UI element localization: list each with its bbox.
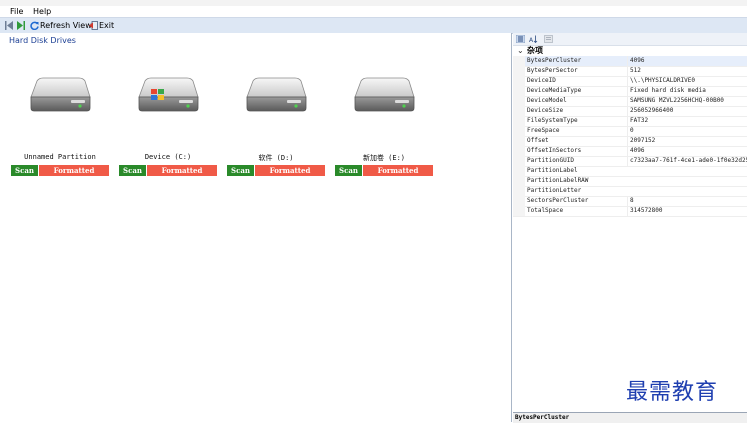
- hard-drive-icon: [30, 77, 91, 112]
- exit-button[interactable]: Exit: [99, 20, 114, 31]
- hard-drive-icon: [138, 77, 199, 112]
- property-value[interactable]: 8: [627, 196, 747, 206]
- disk-tile[interactable]: Device (C:) Scan Formatted: [119, 75, 217, 179]
- row-gutter: [513, 96, 525, 106]
- description-title: BytesPerCluster: [515, 414, 570, 421]
- disk-label: 软件 (D:): [258, 154, 294, 162]
- disk-label: 新加卷 (E:): [362, 154, 406, 162]
- row-gutter: [513, 206, 525, 216]
- row-gutter: [513, 126, 525, 136]
- property-value[interactable]: c7323aa7-761f-4ce1-ade0-1f0e32d258b: [627, 156, 747, 166]
- formatted-status-button[interactable]: Formatted: [147, 165, 217, 176]
- row-gutter: [513, 116, 525, 126]
- hard-drive-icon: [354, 77, 415, 112]
- alphabetical-sort-icon[interactable]: A: [529, 35, 538, 43]
- property-name: DeviceID: [527, 77, 556, 84]
- formatted-status-button[interactable]: Formatted: [255, 165, 325, 176]
- property-name: BytesPerCluster: [527, 57, 582, 64]
- disk-label: Unnamed Partition: [24, 153, 96, 161]
- row-gutter: [513, 56, 525, 66]
- next-icon[interactable]: [17, 21, 25, 30]
- exit-icon[interactable]: [89, 21, 98, 30]
- refresh-view-button[interactable]: Refresh View: [40, 20, 92, 31]
- row-gutter: [513, 186, 525, 196]
- row-gutter: [513, 156, 525, 166]
- row-gutter: [513, 106, 525, 116]
- category-label: 杂项: [527, 46, 543, 55]
- property-name: OffsetInSectors: [527, 147, 582, 154]
- scan-button[interactable]: Scan: [335, 165, 362, 176]
- property-value[interactable]: 4096: [627, 146, 747, 156]
- property-row[interactable]: TotalSpace 314572800: [513, 206, 747, 217]
- property-pages-icon[interactable]: [544, 35, 553, 43]
- svg-text:A: A: [529, 37, 534, 43]
- property-name: PartitionLabelRAW: [527, 177, 589, 184]
- properties-pane: A ⌄ 杂项 BytesPerCluster 4096 BytesPerSector…: [513, 33, 747, 423]
- property-name: TotalSpace: [527, 207, 564, 214]
- watermark: 最需教育: [626, 380, 719, 405]
- description-panel: BytesPerCluster: [513, 412, 747, 423]
- menu-help[interactable]: Help: [31, 7, 53, 17]
- hard-drive-icon: [246, 77, 307, 112]
- menu-file[interactable]: File: [8, 7, 25, 17]
- property-value[interactable]: 512: [627, 66, 747, 76]
- property-value[interactable]: 0: [627, 126, 747, 136]
- toolbar: Refresh View Exit: [0, 17, 747, 34]
- row-gutter: [513, 176, 525, 186]
- property-name: BytesPerSector: [527, 67, 578, 74]
- previous-icon[interactable]: [5, 21, 13, 30]
- property-value[interactable]: \\.\PHYSICALDRIVE0: [627, 76, 747, 86]
- property-name: FreeSpace: [527, 127, 560, 134]
- property-name: DeviceModel: [527, 97, 567, 104]
- property-name: PartitionLetter: [527, 187, 582, 194]
- refresh-icon[interactable]: [30, 21, 39, 30]
- row-gutter: [513, 136, 525, 146]
- property-value[interactable]: 4096: [627, 56, 747, 66]
- property-value[interactable]: Fixed hard disk media: [627, 86, 747, 96]
- property-value[interactable]: 314572800: [627, 206, 747, 216]
- formatted-status-button[interactable]: Formatted: [39, 165, 109, 176]
- disk-tile[interactable]: 新加卷 (E:) Scan Formatted: [335, 75, 433, 179]
- row-gutter: [513, 196, 525, 206]
- property-name: SectorsPerCluster: [527, 197, 589, 204]
- property-name: DeviceMediaType: [527, 87, 582, 94]
- row-gutter: [513, 146, 525, 156]
- property-name: FileSystemType: [527, 117, 578, 124]
- disk-tile[interactable]: Unnamed Partition Scan Formatted: [11, 75, 109, 179]
- property-name: PartitionGUID: [527, 157, 574, 164]
- disk-drives-pane: Hard Disk Drives Unnamed Partition Scan Fo…: [0, 33, 512, 422]
- chevron-down-icon[interactable]: ⌄: [517, 46, 524, 56]
- disk-label: Device (C:): [144, 153, 192, 161]
- row-gutter: [513, 66, 525, 76]
- menu-bar: File Help: [0, 6, 747, 17]
- property-name: DeviceSize: [527, 107, 564, 114]
- property-toolbar: A: [513, 33, 747, 46]
- row-gutter: [513, 86, 525, 96]
- property-value[interactable]: FAT32: [627, 116, 747, 126]
- scan-button[interactable]: Scan: [227, 165, 254, 176]
- formatted-status-button[interactable]: Formatted: [363, 165, 433, 176]
- property-value[interactable]: 2097152: [627, 136, 747, 146]
- row-gutter: [513, 166, 525, 176]
- scan-button[interactable]: Scan: [119, 165, 146, 176]
- property-value[interactable]: SAMSUNG MZVL2256HCHQ-00B00: [627, 96, 747, 106]
- property-value[interactable]: 256052966400: [627, 106, 747, 116]
- property-name: Offset: [527, 137, 549, 144]
- disk-tile[interactable]: 软件 (D:) Scan Formatted: [227, 75, 325, 179]
- row-gutter: [513, 76, 525, 86]
- property-name: PartitionLabel: [527, 167, 578, 174]
- pane-title: Hard Disk Drives: [9, 36, 76, 45]
- property-category[interactable]: ⌄ 杂项: [513, 46, 747, 56]
- categorized-view-icon[interactable]: [516, 35, 525, 43]
- scan-button[interactable]: Scan: [11, 165, 38, 176]
